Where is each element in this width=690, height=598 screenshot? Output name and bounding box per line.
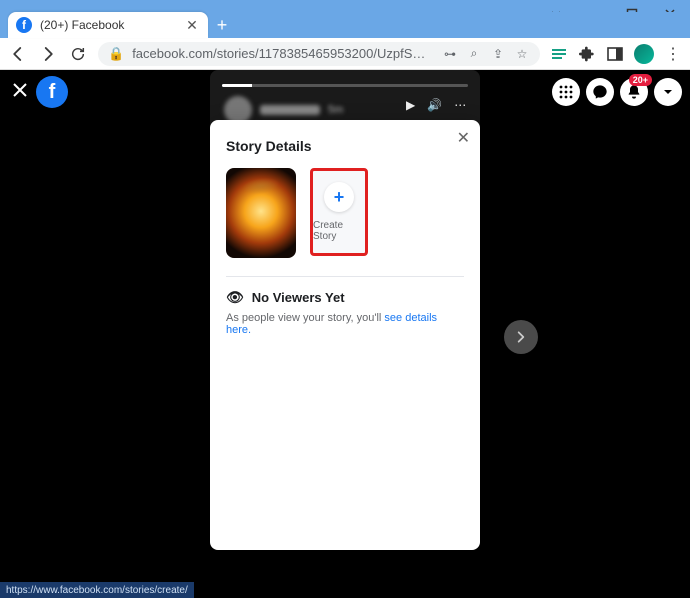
volume-icon[interactable]: 🔊 [427, 98, 442, 112]
back-button[interactable] [8, 44, 28, 64]
profile-avatar-icon[interactable] [634, 44, 654, 64]
zoom-icon[interactable]: ⌕ [466, 46, 482, 61]
browser-tab[interactable]: f (20+) Facebook ✕ [8, 12, 208, 38]
modal-title: Story Details [226, 138, 464, 154]
story-more-icon[interactable]: ⋯ [454, 98, 466, 112]
tab-close-button[interactable]: ✕ [184, 17, 200, 33]
play-icon[interactable]: ▶ [406, 98, 415, 112]
story-details-modal: ✕ Story Details + Create Story 👁 No View… [210, 120, 480, 550]
bookmark-icon[interactable]: ☆ [514, 47, 530, 61]
plus-icon: + [324, 182, 354, 212]
lock-icon: 🔒 [108, 46, 124, 62]
story-author-name-blurred [260, 105, 320, 115]
viewers-title: No Viewers Yet [252, 290, 345, 305]
story-thumbnail[interactable] [226, 168, 296, 258]
story-time-label: 5m [328, 104, 343, 116]
side-panel-icon[interactable] [606, 45, 624, 63]
forward-button[interactable] [38, 44, 58, 64]
new-tab-button[interactable]: + [208, 12, 236, 38]
apps-menu-button[interactable] [552, 78, 580, 106]
eye-icon: 👁 [226, 289, 244, 306]
reload-button[interactable] [68, 44, 88, 64]
share-icon[interactable]: ⇪ [490, 47, 506, 61]
next-story-button[interactable] [504, 320, 538, 354]
key-icon[interactable]: ⊶ [442, 47, 458, 61]
facebook-logo[interactable]: f [36, 76, 68, 108]
notifications-button[interactable]: 20+ [620, 78, 648, 106]
story-progress-bar [222, 84, 468, 87]
account-menu-button[interactable] [654, 78, 682, 106]
notification-badge: 20+ [629, 74, 652, 86]
facebook-favicon: f [16, 17, 32, 33]
create-story-button[interactable]: + Create Story [310, 168, 368, 256]
modal-close-button[interactable]: ✕ [457, 128, 470, 148]
messenger-button[interactable] [586, 78, 614, 106]
status-bar-link: https://www.facebook.com/stories/create/ [0, 582, 194, 598]
extensions-icon[interactable] [578, 45, 596, 63]
address-bar[interactable]: 🔒 facebook.com/stories/1178385465953200/… [98, 42, 540, 66]
url-text: facebook.com/stories/1178385465953200/Uz… [132, 46, 434, 61]
create-story-label: Create Story [313, 220, 365, 242]
divider [226, 276, 464, 277]
chrome-menu-button[interactable]: ⋮ [664, 45, 682, 63]
close-stories-button[interactable] [12, 82, 28, 103]
tab-title: (20+) Facebook [40, 18, 176, 32]
viewers-subtext: As people view your story, you'll see de… [226, 312, 464, 336]
reader-extension-icon[interactable] [550, 45, 568, 63]
